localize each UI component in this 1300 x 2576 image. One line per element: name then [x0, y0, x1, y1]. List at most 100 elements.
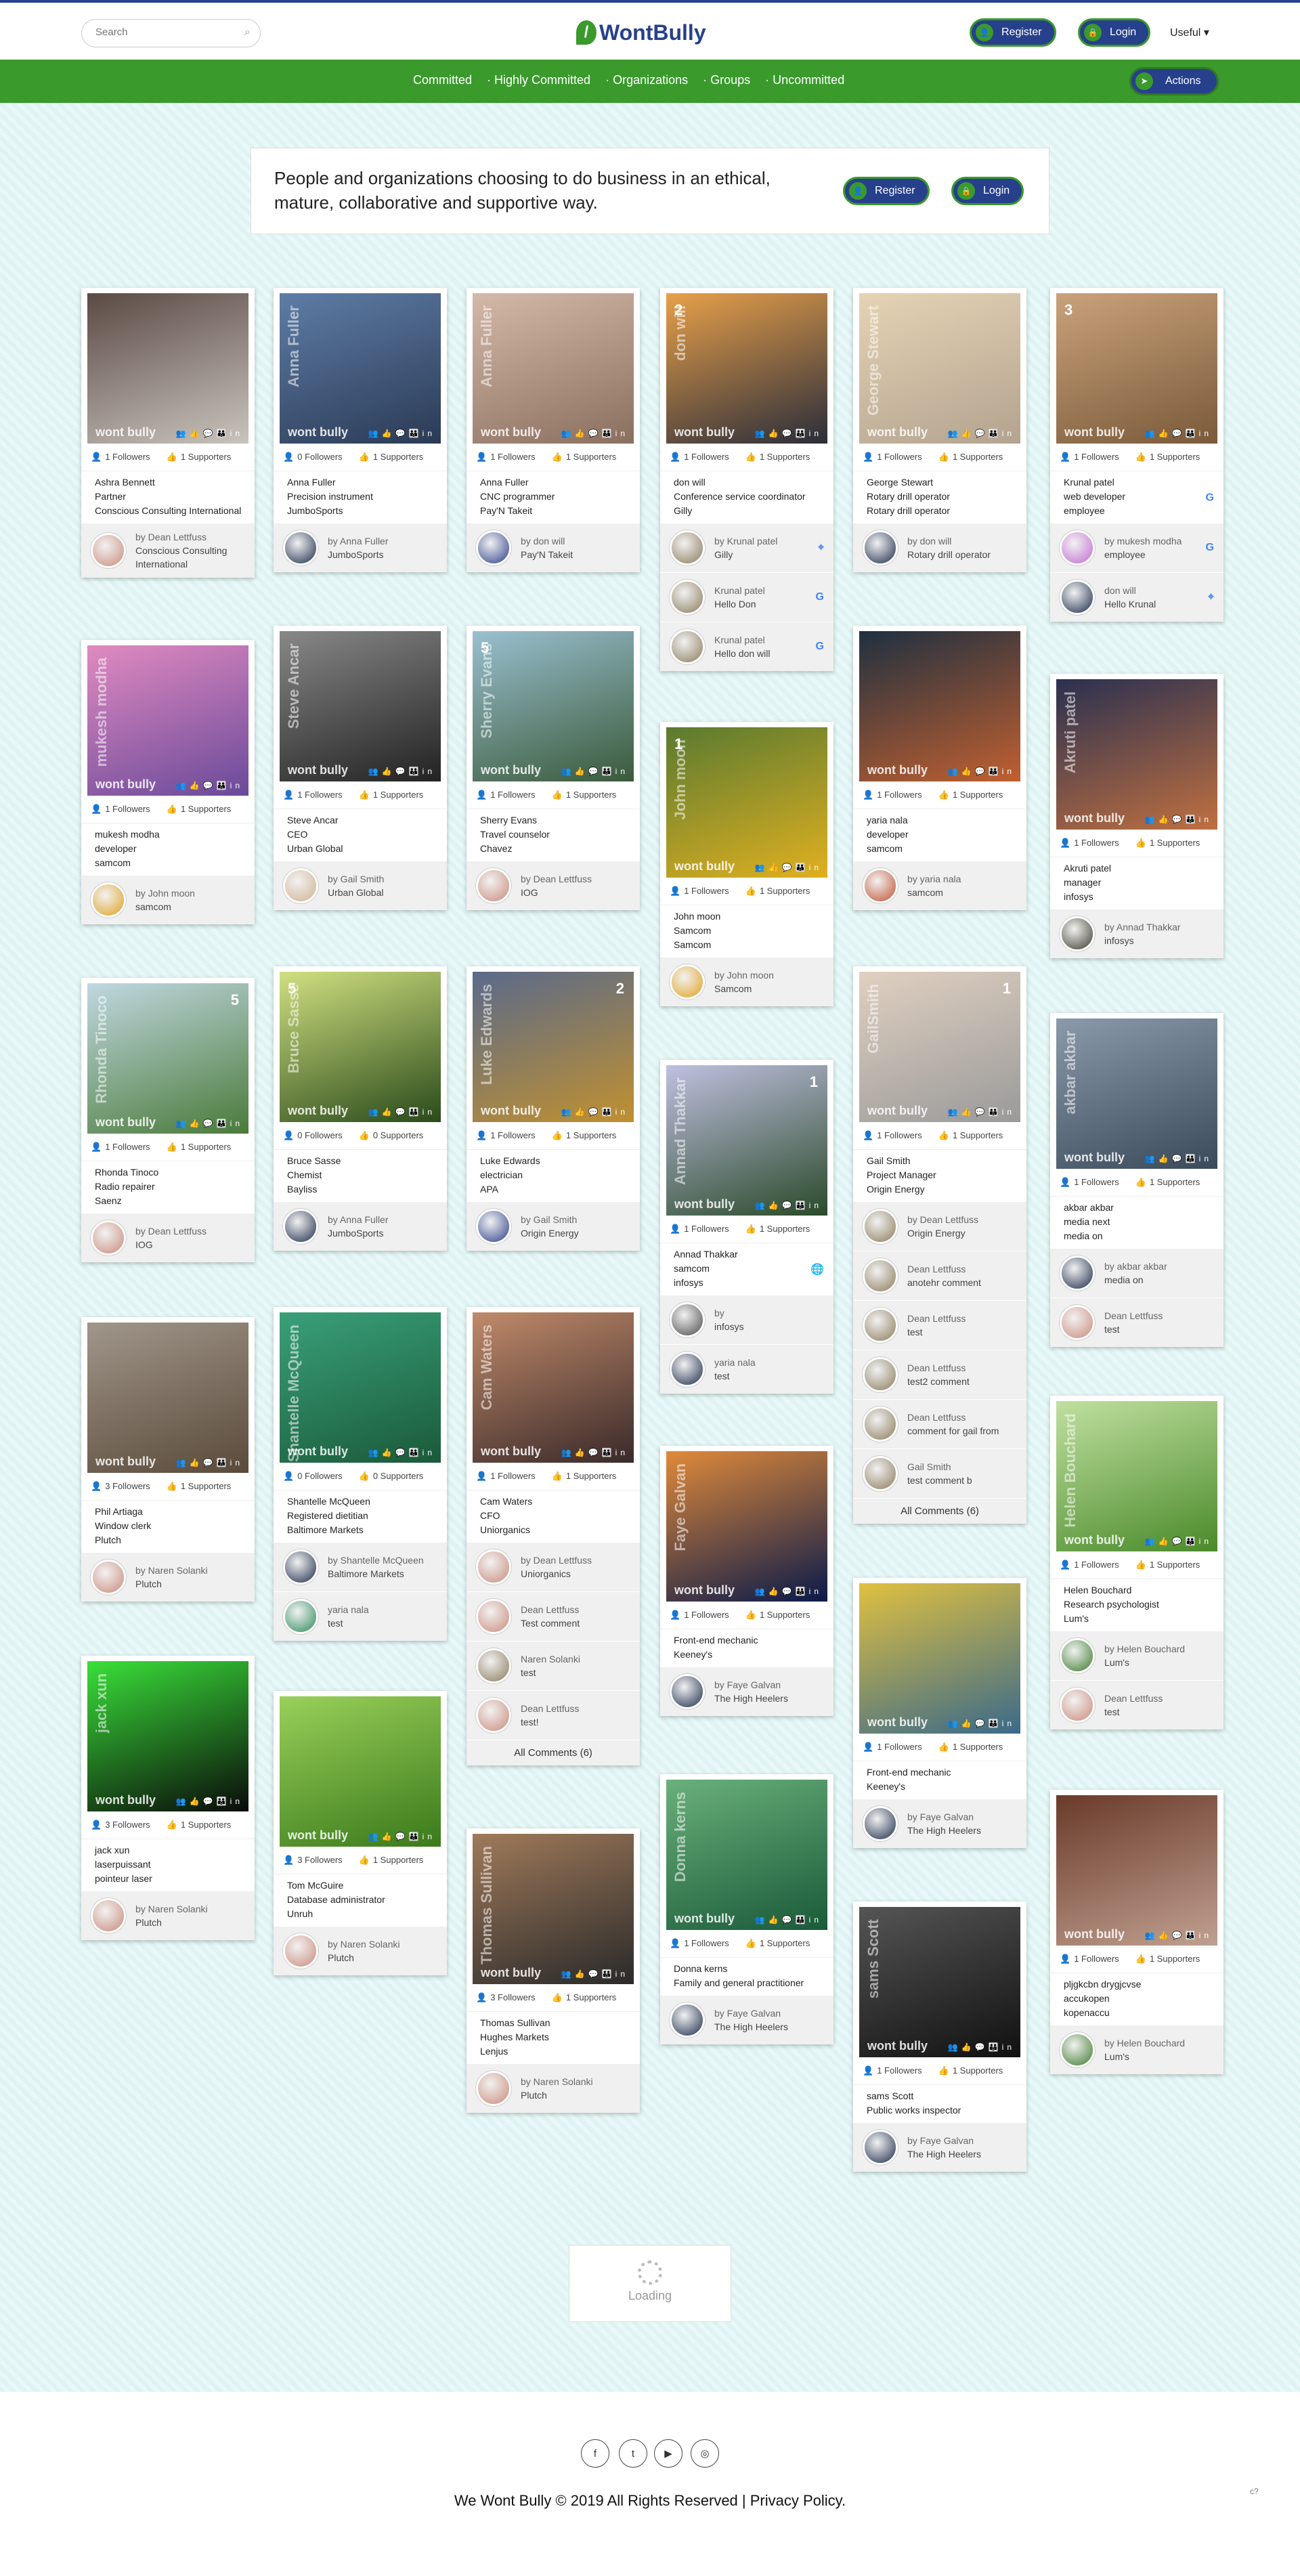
- profile-name[interactable]: Helen Bouchard: [1064, 1583, 1217, 1597]
- supporters-count[interactable]: 👍 1 Supporters: [1135, 1954, 1200, 1965]
- profile-card[interactable]: 3 wont bully 👥👍💬👪in 👤 1 Followers 👍 1 Supporte…: [1050, 288, 1223, 622]
- profile-photo[interactable]: Helen Bouchard wont bully 👥👍💬👪in: [1056, 1401, 1217, 1551]
- action-icons[interactable]: 👥👍💬👪in: [368, 1107, 435, 1117]
- supporters-count[interactable]: 👍 1 Supporters: [359, 790, 424, 800]
- profile-card[interactable]: don will 2 wont bully 👥👍💬👪in 👤 1 Followers 👍 1 …: [660, 288, 833, 671]
- avatar[interactable]: [863, 1209, 898, 1244]
- avatar[interactable]: [670, 964, 705, 1000]
- profile-photo[interactable]: GailSmith 1 wont bully 👥👍💬👪in: [859, 972, 1020, 1122]
- profile-photo[interactable]: Anna Fuller wont bully 👥👍💬👪in: [473, 293, 634, 444]
- action-icons[interactable]: 👥👍💬👪in: [368, 1448, 435, 1457]
- profile-photo[interactable]: Luke Edwards 2 wont bully 👥👍💬👪in: [473, 972, 634, 1122]
- comment-item[interactable]: Krunal patel Hello Don G: [660, 572, 833, 622]
- nav-item-4[interactable]: · Uncommitted: [765, 73, 844, 87]
- followers-count[interactable]: 👤 1 Followers: [670, 1224, 729, 1235]
- avatar[interactable]: [670, 530, 705, 565]
- comment-item[interactable]: Gail Smith test comment b: [853, 1448, 1026, 1498]
- comment-item[interactable]: by Dean Lettfuss IOG: [81, 1214, 255, 1262]
- comment-item[interactable]: by Helen Bouchard Lum's: [1050, 1631, 1223, 1680]
- comment-item[interactable]: Dean Lettfuss anotehr comment: [853, 1251, 1026, 1300]
- avatar[interactable]: [670, 629, 705, 664]
- comment-item[interactable]: by Dean Lettfuss IOG: [467, 861, 640, 910]
- supporters-count[interactable]: 👍 1 Supporters: [167, 1142, 232, 1153]
- profile-photo[interactable]: wont bully 👥👍💬👪in: [859, 1583, 1020, 1734]
- avatar[interactable]: [1060, 580, 1095, 615]
- avatar[interactable]: [670, 2002, 705, 2038]
- action-icons[interactable]: 👥👍💬👪in: [1145, 1931, 1212, 1940]
- comment-item[interactable]: by don will Pay'N Takeit: [467, 523, 640, 572]
- supporters-count[interactable]: 👍 1 Supporters: [552, 1471, 617, 1482]
- profile-photo[interactable]: wont bully 👥👍💬👪in: [1056, 1795, 1217, 1946]
- profile-photo[interactable]: Shantelle McQueen wont bully 👥👍💬👪in: [280, 1312, 441, 1463]
- comment-item[interactable]: Dean Lettfuss test: [1050, 1680, 1223, 1730]
- avatar[interactable]: [1060, 2032, 1095, 2067]
- profile-name[interactable]: don will: [674, 475, 827, 490]
- comment-item[interactable]: by Anna Fuller JumboSports: [274, 1202, 447, 1251]
- profile-name[interactable]: Anna Fuller: [480, 475, 633, 490]
- profile-name[interactable]: Sherry Evans: [480, 813, 633, 828]
- followers-count[interactable]: 👤 0 Followers: [283, 1130, 343, 1141]
- comment-item[interactable]: by Naren Solanki Plutch: [81, 1553, 255, 1602]
- supporters-count[interactable]: 👍 1 Supporters: [938, 2065, 1003, 2076]
- comment-item[interactable]: by Dean Lettfuss Uniorganics: [467, 1543, 640, 1591]
- action-icons[interactable]: 👥👍💬👪in: [368, 429, 435, 438]
- comment-item[interactable]: by Gail Smith Urban Global: [274, 861, 447, 910]
- site-logo[interactable]: / WontBully: [576, 18, 706, 47]
- profile-card[interactable]: mukesh modha wont bully 👥👍💬👪in 👤 1 Followers…: [81, 640, 255, 924]
- youtube-icon[interactable]: ▶: [654, 2439, 682, 2468]
- comment-item[interactable]: by Gail Smith Origin Energy: [467, 1202, 640, 1251]
- profile-card[interactable]: Thomas Sullivan wont bully 👥👍💬👪in 👤 3 Follow…: [467, 1828, 640, 2113]
- avatar[interactable]: [863, 1806, 898, 1841]
- supporters-count[interactable]: 👍 0 Supporters: [359, 1471, 424, 1482]
- profile-photo[interactable]: sams Scott wont bully 👥👍💬👪in: [859, 1907, 1020, 2057]
- supporters-count[interactable]: 👍 1 Supporters: [167, 1820, 232, 1830]
- avatar[interactable]: [476, 1648, 511, 1683]
- profile-card[interactable]: Annad Thakkar 1 wont bully 👥👍💬👪in 👤 1 Followe…: [660, 1060, 833, 1394]
- supporters-count[interactable]: 👍 1 Supporters: [552, 1130, 617, 1141]
- hero-register-button[interactable]: 👤 Register: [843, 177, 930, 205]
- supporters-count[interactable]: 👍 1 Supporters: [1135, 452, 1200, 463]
- nav-item-3[interactable]: · Groups: [703, 73, 750, 87]
- profile-card[interactable]: wont bully 👥👍💬👪in 👤 1 Followers 👍 1 Supporter…: [81, 288, 255, 578]
- profile-photo[interactable]: Faye Galvan wont bully 👥👍💬👪in: [666, 1451, 827, 1602]
- profile-card[interactable]: John moon 1 wont bully 👥👍💬👪in 👤 1 Followers 👍 1…: [660, 722, 833, 1006]
- avatar[interactable]: [863, 1357, 898, 1392]
- profile-photo[interactable]: wont bully 👥👍💬👪in: [280, 1696, 441, 1847]
- comment-item[interactable]: by Shantelle McQueen Baltimore Markets: [274, 1543, 447, 1591]
- profile-photo[interactable]: wont bully 👥👍💬👪in: [859, 631, 1020, 781]
- profile-name[interactable]: George Stewart: [867, 475, 1020, 490]
- avatar[interactable]: [1060, 530, 1095, 565]
- profile-card[interactable]: Steve Ancar wont bully 👥👍💬👪in 👤 1 Followers 👍…: [274, 626, 447, 910]
- comment-item[interactable]: Krunal patel Hello don will G: [660, 622, 833, 671]
- avatar[interactable]: [863, 868, 898, 903]
- profile-photo[interactable]: Cam Waters wont bully 👥👍💬👪in: [473, 1312, 634, 1463]
- followers-count[interactable]: 👤 1 Followers: [476, 790, 536, 800]
- profile-photo[interactable]: mukesh modha wont bully 👥👍💬👪in: [87, 645, 248, 796]
- action-icons[interactable]: 👥👍💬👪in: [755, 1201, 822, 1210]
- followers-count[interactable]: 👤 3 Followers: [91, 1481, 150, 1492]
- avatar[interactable]: [476, 1599, 511, 1634]
- nav-item-1[interactable]: · Highly Committed: [487, 73, 590, 87]
- profile-photo[interactable]: Thomas Sullivan wont bully 👥👍💬👪in: [473, 1834, 634, 1984]
- avatar[interactable]: [670, 1674, 705, 1709]
- comment-item[interactable]: yaria nala test: [660, 1344, 833, 1394]
- supporters-count[interactable]: 👍 1 Supporters: [359, 1855, 424, 1866]
- comment-item[interactable]: by don will Rotary drill operator: [853, 523, 1026, 572]
- profile-name[interactable]: Bruce Sasse: [287, 1154, 440, 1168]
- comment-item[interactable]: by infosys: [660, 1295, 833, 1344]
- nav-item-2[interactable]: · Organizations: [605, 73, 688, 87]
- comment-item[interactable]: by Naren Solanki Plutch: [274, 1927, 447, 1975]
- profile-photo[interactable]: John moon 1 wont bully 👥👍💬👪in: [666, 727, 827, 878]
- avatar[interactable]: [1060, 916, 1095, 951]
- action-icons[interactable]: 👥👍💬👪in: [176, 781, 243, 790]
- profile-name[interactable]: Ashra Bennett: [95, 475, 248, 490]
- profile-name[interactable]: John moon: [674, 909, 827, 924]
- supporters-count[interactable]: 👍 1 Supporters: [552, 1992, 617, 2003]
- followers-count[interactable]: 👤 1 Followers: [91, 452, 150, 463]
- profile-name[interactable]: Annad Thakkar: [674, 1247, 827, 1262]
- action-icons[interactable]: 👥👍💬👪in: [1145, 1154, 1212, 1163]
- comment-item[interactable]: by John moon samcom: [81, 876, 255, 924]
- comment-item[interactable]: Dean Lettfuss test2 comment: [853, 1350, 1026, 1399]
- profile-photo[interactable]: 3 wont bully 👥👍💬👪in: [1056, 293, 1217, 444]
- action-icons[interactable]: 👥👍💬👪in: [176, 1458, 243, 1467]
